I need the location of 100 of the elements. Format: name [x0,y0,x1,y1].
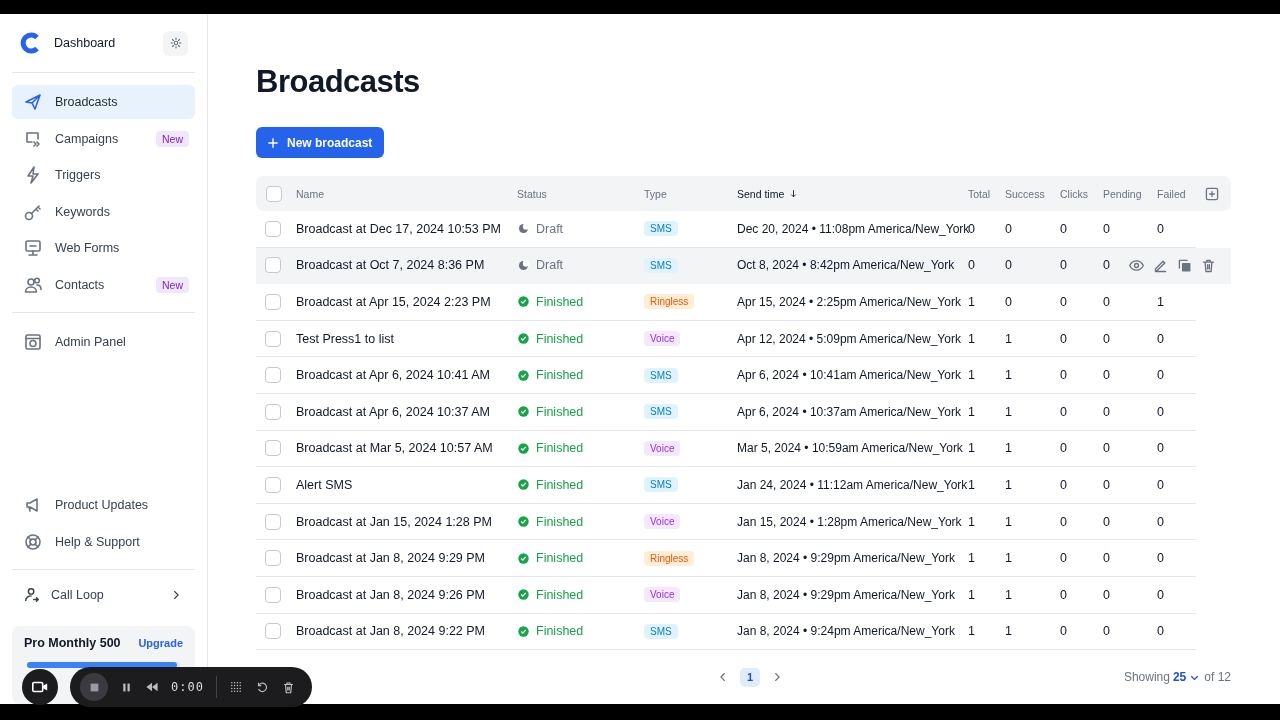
nav-item[interactable]: Keywords [12,194,195,229]
table-cell: 0 [1060,441,1067,456]
status-label: Finished [536,514,584,529]
select-all-checkbox[interactable] [266,185,282,202]
row-checkbox[interactable] [265,403,281,420]
table-cell: Broadcast at Jan 8, 2024 9:22 PM [296,624,485,639]
page-button[interactable]: 1 [740,667,760,687]
table-cell: 0 [1103,331,1110,346]
row-checkbox[interactable] [265,513,281,530]
nav-item[interactable]: Web Forms [12,231,195,266]
table-row[interactable]: Broadcast at Apr 6, 2024 10:41 AM Finished SMS Apr 6, 2024 • 10:41am America/New_York 1 1 0 0 0 [256,357,1196,394]
table-row[interactable]: Broadcast at Jan 15, 2024 1:28 PM Finished Voice Jan 15, 2024 • 1:28pm America/New_York 1 1 0 0 0 [256,503,1196,541]
table-cell: Mar 5, 2024 • 10:59am America/New_York [737,441,963,456]
row-checkbox[interactable] [265,550,281,567]
table-cell: Alert SMS [296,477,353,492]
column-header[interactable]: Pending [1103,187,1142,200]
status-label: Finished [536,368,584,383]
table-cell: 1 [1005,441,1012,456]
row-checkbox[interactable] [265,367,281,384]
table-row[interactable]: Broadcast at Jan 8, 2024 9:29 PM Finished Ringless Jan 8, 2024 • 9:29pm America/New_York 1 1 0 0 0 [256,540,1196,577]
status-label: Finished [536,404,584,419]
table-cell: 0 [968,258,975,273]
account-menu[interactable]: Call Loop [12,570,195,620]
table-row[interactable]: Broadcast at Apr 15, 2024 2:23 PM Finished Ringless Apr 15, 2024 • 2:25pm America/New_York 1 0 0 0 1 [256,284,1196,321]
status-label: Finished [536,477,584,492]
table-cell: 1 [1005,331,1012,346]
table-row[interactable]: Broadcast at Jan 8, 2024 9:22 PM Finished SMS Jan 8, 2024 • 9:24pm America/New_York 1 1 0 0 0 [256,613,1196,651]
table-cell: 0 [1060,368,1067,383]
nav-item[interactable]: Broadcasts [12,85,195,119]
table-row[interactable]: Broadcast at Oct 7, 2024 8:36 PM Draft SMS Oct 8, 2024 • 8:42pm America/New_York 0 0 0 0 [256,247,1231,285]
column-header[interactable]: Success [1005,187,1045,200]
send-icon [23,92,43,112]
nav-item[interactable]: Admin Panel [12,324,195,359]
brand-label[interactable]: Dashboard [54,36,151,50]
table-cell: Apr 6, 2024 • 10:41am America/New_York [737,368,961,383]
table-row[interactable]: Broadcast at Apr 6, 2024 10:37 AM Finished SMS Apr 6, 2024 • 10:37am America/New_York 1 1 0 0 0 [256,393,1196,431]
new-broadcast-button[interactable]: New broadcast [256,127,385,158]
table-cell: 0 [1157,514,1164,529]
table-cell: Broadcast at Oct 7, 2024 8:36 PM [296,258,485,273]
table-cell: 1 [1005,551,1012,566]
row-checkbox[interactable] [265,330,281,347]
status-label: Finished [536,587,584,602]
table-cell: 0 [1103,368,1110,383]
table-row[interactable]: Test Press1 to list Finished Voice Apr 12, 2024 • 5:09pm America/New_York 1 1 0 0 0 [256,320,1196,358]
row-checkbox[interactable] [265,257,281,274]
table-row[interactable]: Broadcast at Dec 17, 2024 10:53 PM Draft SMS Dec 20, 2024 • 11:08pm America/New_York0 0 0 0 0 [256,211,1196,248]
table-cell: 1 [968,404,975,419]
column-header[interactable]: Failed [1157,187,1186,200]
column-header[interactable]: Total [968,187,991,200]
row-checkbox[interactable] [265,440,281,457]
table-cell: 0 [1060,331,1067,346]
row-checkbox[interactable] [265,294,281,310]
status-label: Finished [536,441,584,456]
check-circle-icon [517,624,530,638]
nav-item[interactable]: Triggers [12,158,195,193]
row-checkbox[interactable] [265,586,281,603]
table-cell: 0 [1157,368,1164,383]
table-cell: Oct 8, 2024 • 8:42pm America/New_York [737,258,955,273]
table-cell: 0 [1103,587,1110,602]
status-label: Finished [536,295,584,309]
table-cell: Jan 8, 2024 • 9:24pm America/New_York [737,624,955,639]
column-header[interactable]: Name [296,187,324,200]
nav-item[interactable]: Help & Support [12,525,195,559]
table-cell: Broadcast at Jan 8, 2024 9:26 PM [296,587,485,602]
column-header[interactable]: Send time [737,187,800,200]
row-checkbox[interactable] [265,623,281,640]
page-size-select[interactable]: 25 [1172,670,1202,685]
check-circle-icon [517,588,530,602]
type-tag: Ringless [644,294,695,310]
showing-label: Showing [1123,670,1170,685]
table-cell: 0 [1103,404,1110,419]
grid-dots-icon [228,680,243,694]
table-row[interactable]: Broadcast at Mar 5, 2024 10:57 AM Finished Voice Mar 5, 2024 • 10:59am America/New_York 1 1 0 0 0 [256,430,1196,468]
draft-icon [517,258,530,272]
table-cell: 0 [1157,477,1164,492]
table-cell: 0 [1103,477,1110,492]
table-cell: 0 [1103,258,1110,273]
settings-button[interactable] [163,30,188,56]
column-header[interactable]: Clicks [1060,187,1088,200]
table-row[interactable]: Broadcast at Jan 8, 2024 9:26 PM Finished Voice Jan 8, 2024 • 9:29pm America/New_York 1 1 0 0 0 [256,576,1196,614]
column-header[interactable]: Status [517,187,547,200]
nav-item[interactable]: Product Updates [12,488,195,523]
column-header[interactable]: Type [644,187,667,200]
recording-time: 0:00 [171,680,204,694]
type-tag: Voice [644,514,681,530]
check-circle-icon [517,332,530,346]
nav-item[interactable]: Campaigns New [12,121,195,156]
nav-item[interactable]: Contacts New [12,267,195,302]
table-row[interactable]: Alert SMS Finished SMS Jan 24, 2024 • 11:12am America/New_York1 1 0 0 0 [256,467,1196,504]
user-icon [23,586,41,604]
row-checkbox[interactable] [265,220,281,237]
row-checkbox[interactable] [265,476,281,493]
people-icon [23,274,43,295]
table-cell: 1 [1005,404,1012,419]
type-tag: SMS [644,623,678,639]
table-cell: Apr 6, 2024 • 10:37am America/New_York [737,404,961,419]
table-cell: 1 [1005,514,1012,529]
table-cell: Broadcast at Mar 5, 2024 10:57 AM [296,441,493,456]
upgrade-link[interactable]: Upgrade [138,637,183,649]
stop-button[interactable] [80,673,108,701]
